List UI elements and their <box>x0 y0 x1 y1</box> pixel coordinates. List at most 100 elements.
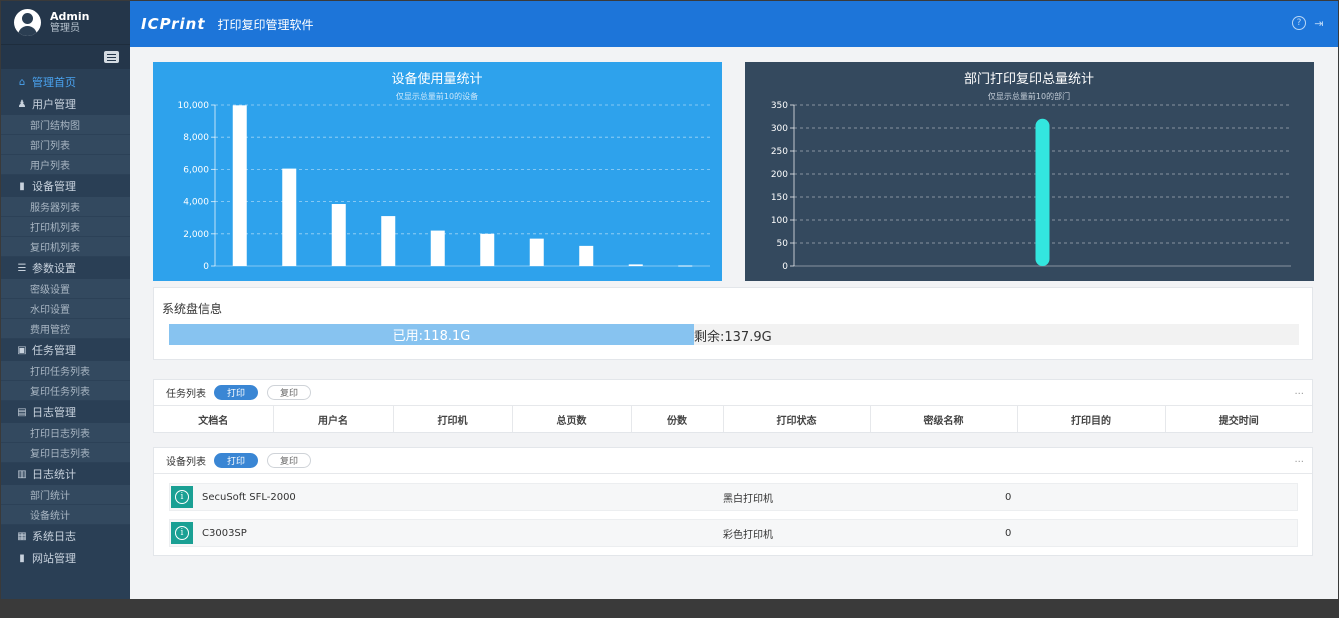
sidebar-item-label: 用户管理 <box>32 98 76 111</box>
y-tick-label: 350 <box>771 101 788 111</box>
device-tab-copy[interactable]: 复印 <box>267 453 312 468</box>
sidebar-subitem[interactable]: 水印设置 <box>1 299 130 319</box>
device-row[interactable]: i C3003SP 彩色打印机 0 <box>169 519 1298 547</box>
disk-info-title: 系统盘信息 <box>162 302 223 316</box>
task-table-header-row: 文档名 用户名 打印机 总页数 份数 打印状态 密级名称 打印目的 提交时间 <box>154 406 1312 432</box>
help-icon[interactable]: ? <box>1292 16 1306 30</box>
sidebar-item-icon: ▮ <box>19 552 25 564</box>
chart-bar <box>381 216 396 266</box>
device-type: 黑白打印机 <box>723 493 773 505</box>
sidebar-item-0[interactable]: ⌂ 管理首页 <box>1 71 130 93</box>
y-tick-label: 4,000 <box>183 198 209 208</box>
disk-usage-bar: 已用:118.1G 剩余:137.9G <box>169 324 1299 345</box>
sidebar-subitem[interactable]: 部门统计 <box>1 485 130 505</box>
device-name: SecuSoft SFL-2000 <box>202 491 296 503</box>
sidebar-item-icon: ♟ <box>17 98 27 110</box>
y-tick-label: 250 <box>771 147 788 157</box>
sidebar-item-icon: ☰ <box>17 262 27 274</box>
avatar[interactable] <box>14 9 41 36</box>
sidebar-subitem[interactable]: 复印任务列表 <box>1 381 130 401</box>
task-column-header[interactable]: 总页数 <box>512 406 632 432</box>
device-row[interactable]: i SecuSoft SFL-2000 黑白打印机 0 <box>169 483 1298 511</box>
y-tick-label: 2,000 <box>183 230 209 240</box>
sidebar-item-5[interactable]: ▤ 日志管理 <box>1 401 130 423</box>
sidebar-subitem[interactable]: 复印日志列表 <box>1 443 130 463</box>
sidebar-subitem[interactable]: 部门结构图 <box>1 115 130 135</box>
y-tick-label: 8,000 <box>183 133 209 143</box>
disk-used-fill: 已用:118.1G <box>169 324 694 345</box>
sidebar-subitem[interactable]: 打印日志列表 <box>1 423 130 443</box>
profile-name: Admin <box>50 9 90 23</box>
sidebar-subitem[interactable]: 打印任务列表 <box>1 361 130 381</box>
y-tick-label: 0 <box>203 262 209 272</box>
task-column-header[interactable]: 打印状态 <box>723 406 871 432</box>
sidebar-item-1[interactable]: ♟ 用户管理 <box>1 93 130 115</box>
task-column-header[interactable]: 密级名称 <box>870 406 1018 432</box>
sidebar-subitem[interactable]: 用户列表 <box>1 155 130 175</box>
sidebar-item-7[interactable]: ▦ 系统日志 <box>1 525 130 547</box>
y-tick-label: 0 <box>782 262 788 272</box>
sidebar: Admin 管理员 ⌂ 管理首页 ♟ 用户管理部门结构图 部门列表 用户列表 ▮ 设备管理 服务… <box>1 1 130 599</box>
chart-bar <box>1035 118 1050 266</box>
logout-icon[interactable]: ⇥ <box>1312 16 1326 30</box>
task-column-header[interactable]: 用户名 <box>273 406 394 432</box>
device-usage-chart-svg: 设备使用量统计仅显示总量前10的设备 0 2,000 4,000 6,000 8,000 1… <box>178 71 710 272</box>
disk-free-label: 剩余:137.9G <box>694 330 772 345</box>
sidebar-toggle-row <box>1 45 130 69</box>
task-tab-print[interactable]: 打印 <box>214 385 259 400</box>
sidebar-item-4[interactable]: ▣ 任务管理 <box>1 339 130 361</box>
sidebar-subitem[interactable]: 服务器列表 <box>1 197 130 217</box>
disk-info-panel: 系统盘信息 已用:118.1G 剩余:137.9G <box>153 287 1313 360</box>
info-glyph: i <box>175 526 189 540</box>
department-usage-chart: 部门打印复印总量统计 仅显示总量前10的部门 0 50 100 150 200 250 300 3… <box>745 62 1314 281</box>
device-type: 彩色打印机 <box>723 529 773 541</box>
chart-bar <box>529 238 544 266</box>
y-tick-label: 10,000 <box>178 101 210 111</box>
department-usage-chart-svg: 部门打印复印总量统计仅显示总量前10的部门 0 50 100 150 200 250 300 3… <box>771 72 1291 272</box>
sidebar-item-6[interactable]: ▥ 日志统计 <box>1 463 130 485</box>
user-profile[interactable]: Admin 管理员 <box>1 1 130 45</box>
sidebar-item-2[interactable]: ▮ 设备管理 <box>1 175 130 197</box>
sidebar-item-3[interactable]: ☰ 参数设置 <box>1 257 130 279</box>
chart-title: 部门打印复印总量统计 <box>964 72 1094 87</box>
y-tick-label: 200 <box>771 170 788 180</box>
sidebar-item-icon: ⌂ <box>18 76 26 88</box>
sidebar-subitem[interactable]: 费用管控 <box>1 319 130 339</box>
sidebar-subitem[interactable]: 设备统计 <box>1 505 130 525</box>
task-column-header[interactable]: 份数 <box>631 406 724 432</box>
chart-bar <box>678 265 693 267</box>
device-usage-chart: 设备使用量统计 仅显示总量前10的设备 0 2,000 4,000 6,000 8,000 1… <box>153 62 722 281</box>
sidebar-subitem[interactable]: 密级设置 <box>1 279 130 299</box>
menu-toggle-icon[interactable] <box>104 51 119 63</box>
app-logo: ICPrint <box>141 15 206 33</box>
sidebar-item-label: 管理首页 <box>32 76 76 89</box>
device-list-header: 设备列表 打印 复印 ... <box>154 448 1312 474</box>
task-tab-copy[interactable]: 复印 <box>267 385 312 400</box>
y-tick-label: 300 <box>771 124 788 134</box>
device-more-icon[interactable]: ... <box>1294 454 1304 465</box>
profile-text: Admin 管理员 <box>50 9 90 35</box>
task-table: 文档名 用户名 打印机 总页数 份数 打印状态 密级名称 打印目的 提交时间 <box>154 406 1312 432</box>
info-icon[interactable]: i <box>171 486 193 508</box>
sidebar-subitem[interactable]: 部门列表 <box>1 135 130 155</box>
sidebar-item-label: 任务管理 <box>32 344 76 357</box>
bottom-bar <box>0 599 1339 618</box>
info-icon[interactable]: i <box>171 522 193 544</box>
task-column-header[interactable]: 文档名 <box>154 406 274 432</box>
task-more-icon[interactable]: ... <box>1294 386 1304 397</box>
chart-bar <box>232 105 247 267</box>
chart-title: 设备使用量统计 <box>391 71 482 87</box>
sidebar-item-8[interactable]: ▮ 网站管理 <box>1 547 130 569</box>
task-column-header[interactable]: 打印机 <box>393 406 513 432</box>
sidebar-subitem[interactable]: 复印机列表 <box>1 237 130 257</box>
task-column-header[interactable]: 提交时间 <box>1165 406 1312 432</box>
y-tick-label: 100 <box>771 216 788 226</box>
sidebar-item-icon: ▣ <box>17 344 27 356</box>
task-column-header[interactable]: 打印目的 <box>1017 406 1166 432</box>
chart-bar <box>579 245 594 266</box>
chart-subtitle: 仅显示总量前10的部门 <box>988 91 1070 101</box>
chart-bar <box>282 168 297 266</box>
sidebar-subitem[interactable]: 打印机列表 <box>1 217 130 237</box>
device-tab-print[interactable]: 打印 <box>214 453 259 468</box>
sidebar-item-icon: ▤ <box>17 406 27 418</box>
